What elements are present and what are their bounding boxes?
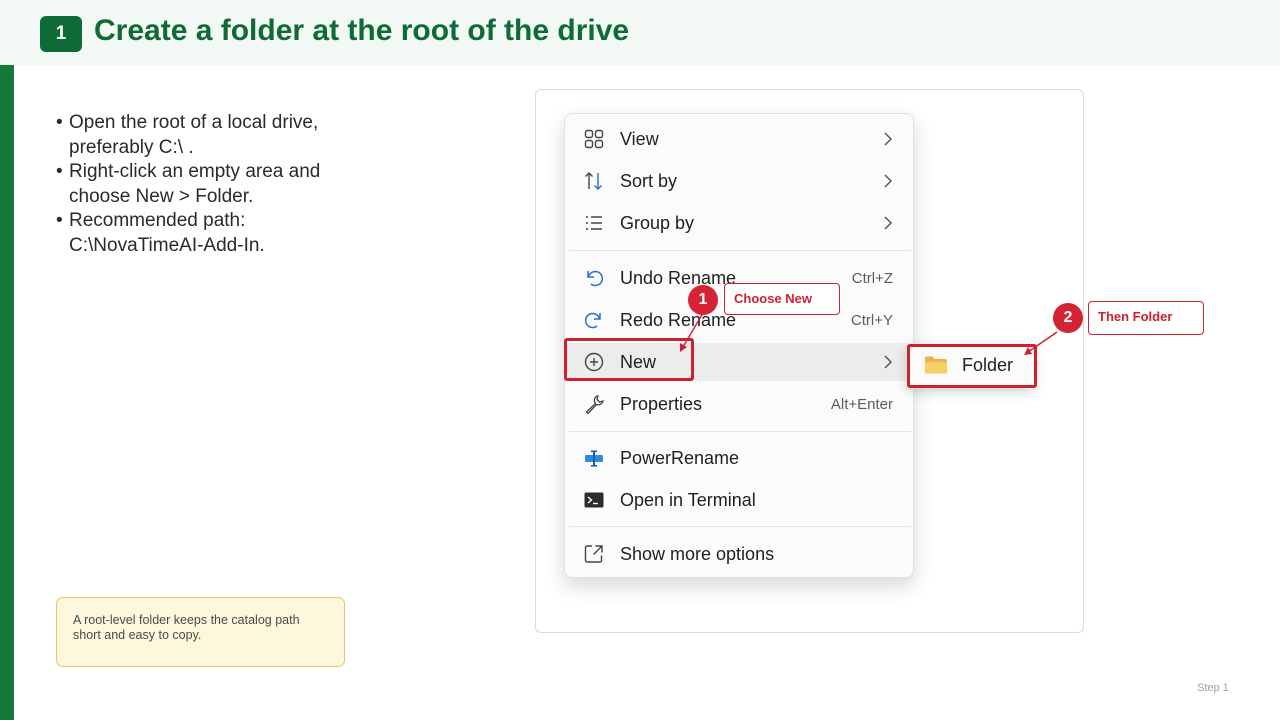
folder-highlight-box xyxy=(907,344,1037,388)
instruction-item: Open the root of a local drive, preferab… xyxy=(56,111,366,160)
wrench-icon xyxy=(585,395,604,415)
menu-item-group-by[interactable]: Group by xyxy=(565,204,915,242)
chevron-right-icon xyxy=(884,355,893,369)
menu-item-label: Open in Terminal xyxy=(620,490,756,510)
menu-item-properties[interactable]: Properties Alt+Enter xyxy=(565,385,915,423)
menu-item-shortcut: Ctrl+Y xyxy=(850,312,893,329)
step-number-badge: 1 xyxy=(40,16,82,52)
menu-separator xyxy=(569,250,911,251)
menu-item-label: Undo Rename xyxy=(620,268,737,288)
annotation-callout-2: Then Folder xyxy=(1088,301,1204,335)
chevron-right-icon xyxy=(884,216,893,230)
header-bar: 1 Create a folder at the root of the dri… xyxy=(0,0,1280,65)
annotation-number-2: 2 xyxy=(1053,303,1083,333)
menu-item-label: Properties xyxy=(620,394,703,414)
menu-separator xyxy=(569,431,911,432)
menu-item-label: PowerRename xyxy=(620,448,740,468)
menu-item-label: Group by xyxy=(620,213,695,233)
new-highlight-box xyxy=(564,338,694,381)
powerrename-icon xyxy=(585,450,603,467)
page-title: Create a folder at the root of the drive xyxy=(94,14,630,47)
chevron-right-icon xyxy=(884,174,893,188)
menu-separator xyxy=(569,526,911,527)
step-footer-label: Step 1 xyxy=(1197,682,1229,694)
menu-item-sort-by[interactable]: Sort by xyxy=(565,162,915,200)
menu-item-open-in-terminal[interactable]: Open in Terminal xyxy=(565,481,915,519)
undo-icon xyxy=(587,270,604,287)
group-list-icon xyxy=(586,216,602,230)
instruction-list: Open the root of a local drive, preferab… xyxy=(56,111,366,258)
menu-item-view[interactable]: View xyxy=(565,120,915,158)
left-accent-bar xyxy=(0,65,14,720)
annotation-number-1: 1 xyxy=(688,285,718,315)
menu-item-label: View xyxy=(620,129,659,149)
grid-view-icon xyxy=(584,129,604,149)
menu-item-show-more-options[interactable]: Show more options xyxy=(565,535,915,573)
terminal-icon xyxy=(584,492,604,508)
show-more-icon xyxy=(584,545,603,563)
instruction-item: Right-click an empty area and choose New… xyxy=(56,160,366,209)
menu-item-powerrename[interactable]: PowerRename xyxy=(565,439,915,477)
slide: 1 Create a folder at the root of the dri… xyxy=(0,0,1280,720)
menu-item-label: Sort by xyxy=(620,171,678,191)
menu-item-label: Redo Rename xyxy=(620,310,737,330)
tip-note: A root-level folder keeps the catalog pa… xyxy=(56,597,345,667)
menu-item-shortcut: Ctrl+Z xyxy=(851,270,893,287)
redo-icon xyxy=(584,312,601,329)
chevron-right-icon xyxy=(884,132,893,146)
sort-icon xyxy=(585,172,602,190)
annotation-callout-1: Choose New xyxy=(724,283,840,315)
menu-item-label: Show more options xyxy=(620,544,775,564)
instruction-item: Recommended path: C:\NovaTimeAI-Add-In. xyxy=(56,209,366,258)
menu-item-shortcut: Alt+Enter xyxy=(830,396,893,413)
